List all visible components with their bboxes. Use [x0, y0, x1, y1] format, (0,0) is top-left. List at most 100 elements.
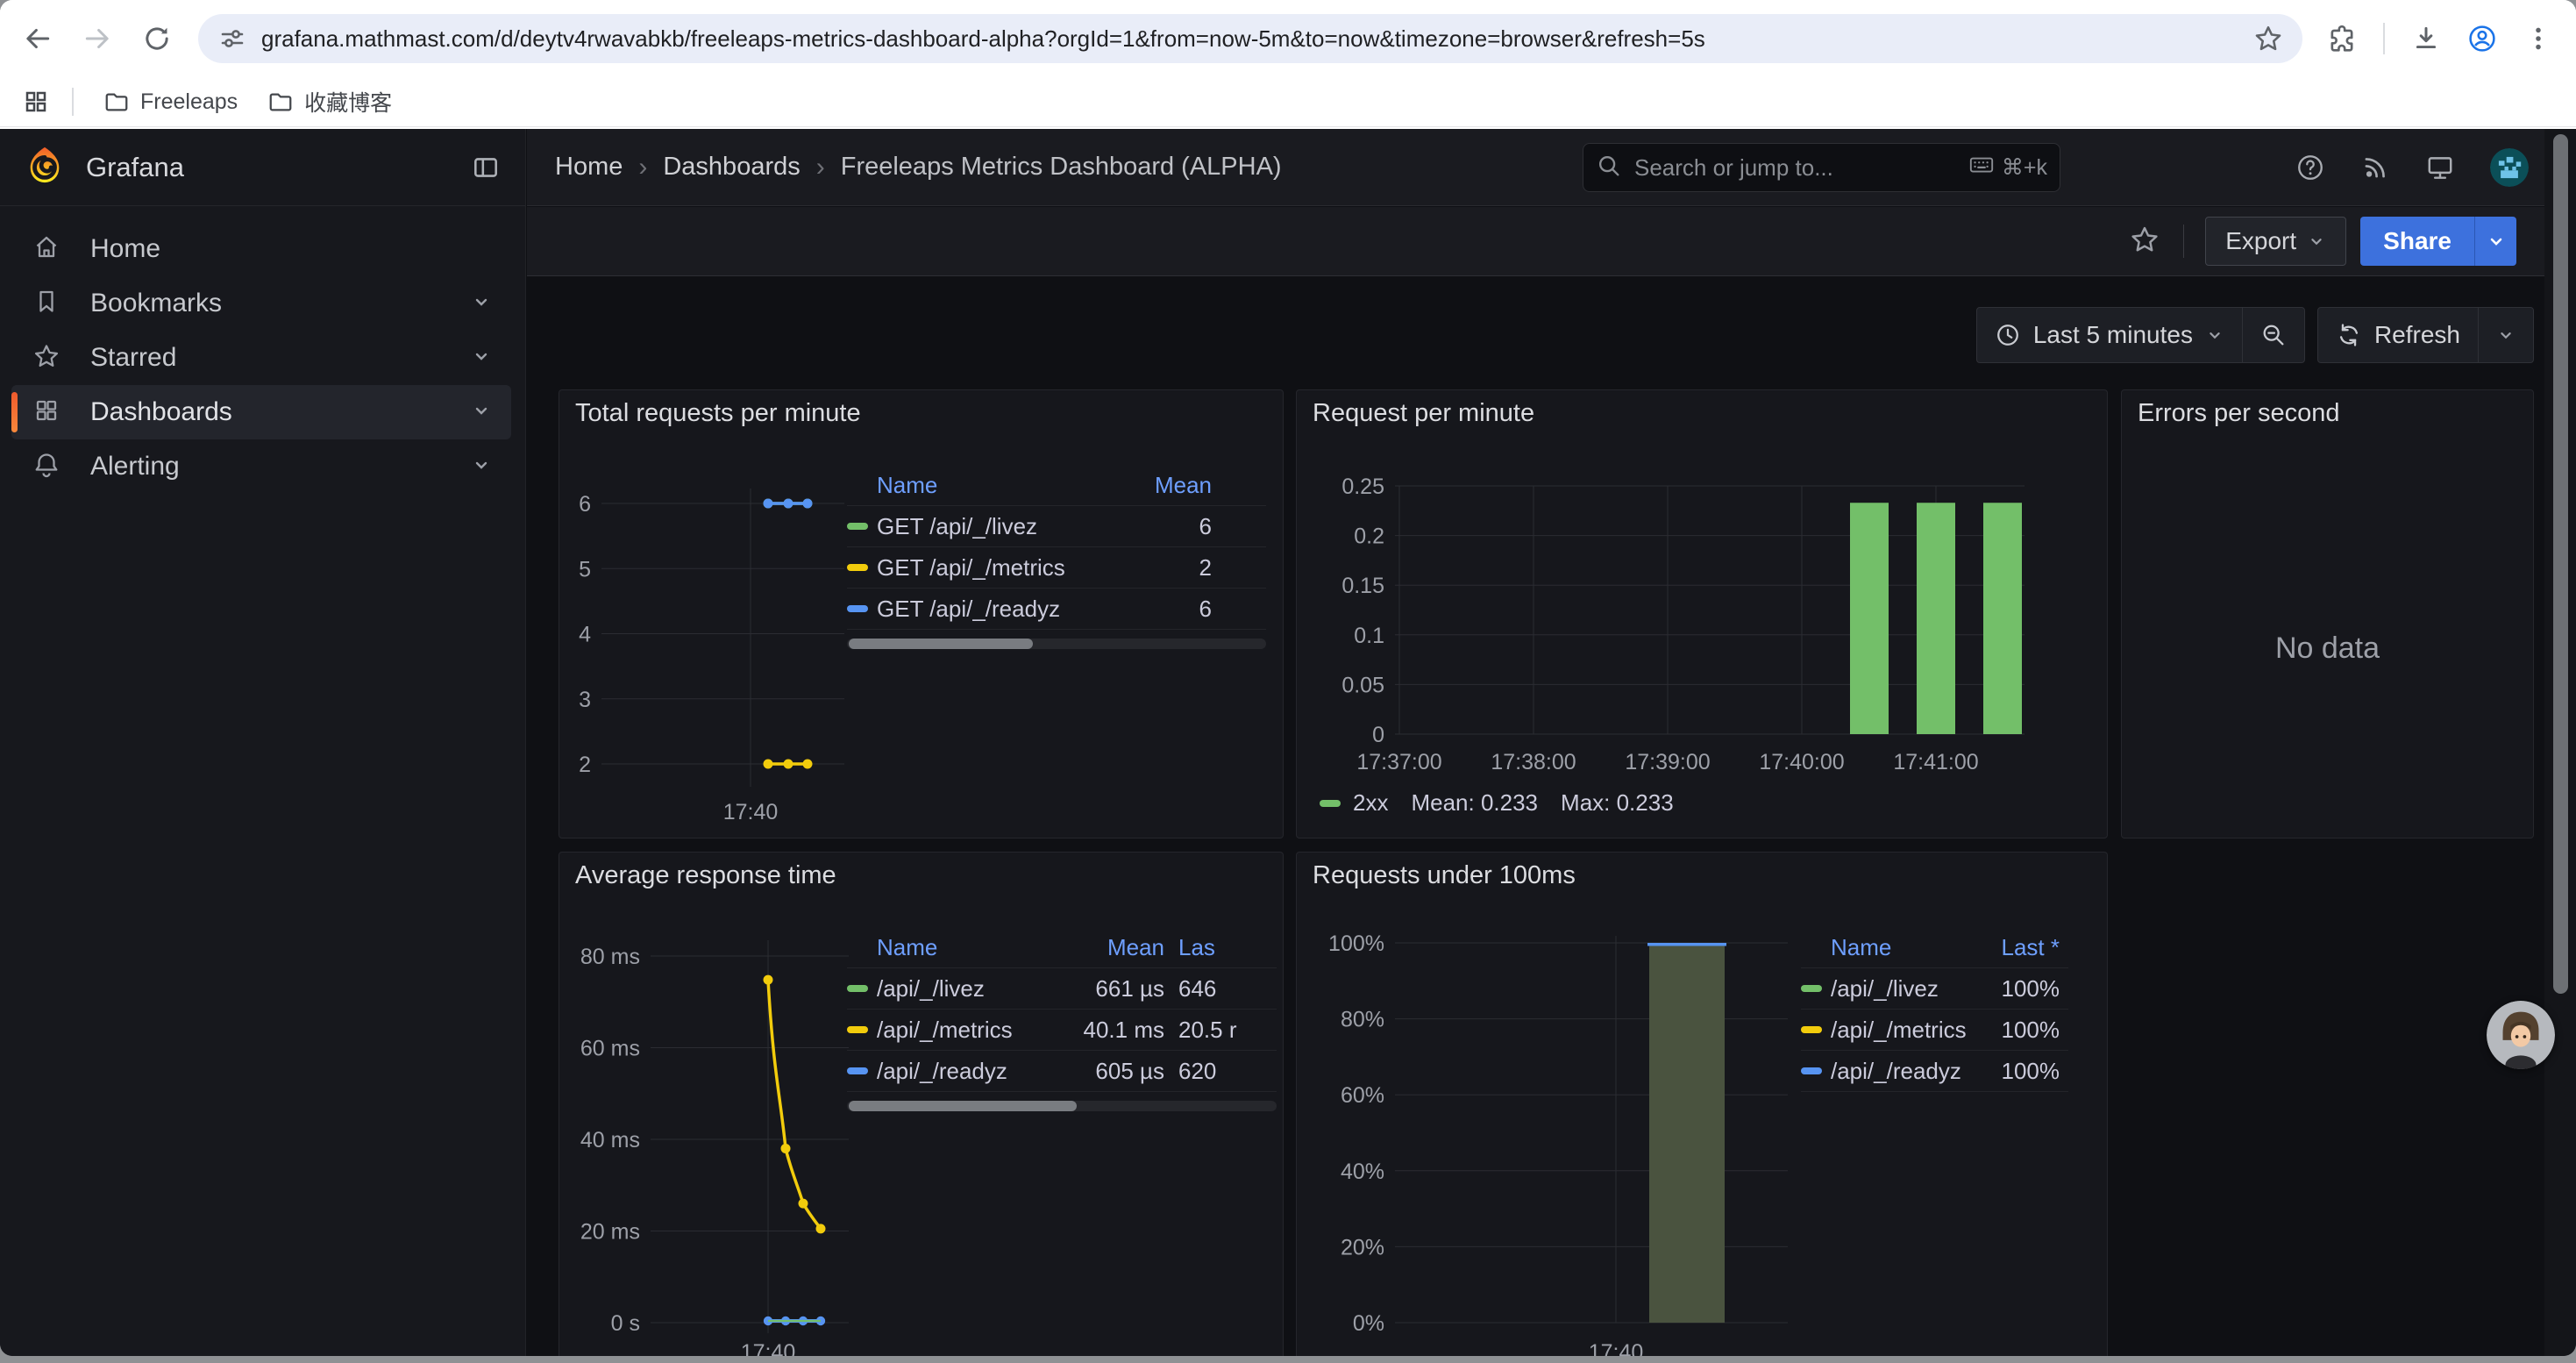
series-name[interactable]: GET /api/_/readyz: [877, 596, 1117, 623]
legend-column-header[interactable]: Last *: [1972, 934, 2060, 961]
search-input[interactable]: [1633, 153, 1968, 182]
legend-row[interactable]: GET /api/_/metrics2: [847, 547, 1266, 589]
legend-column-header[interactable]: Mean: [1063, 934, 1164, 961]
series-name[interactable]: /api/_/metrics: [1831, 1017, 1972, 1044]
legend-row[interactable]: /api/_/livez100%: [1801, 968, 2068, 1010]
legend-row[interactable]: /api/_/readyz605 µs620: [847, 1051, 1277, 1092]
url-text[interactable]: grafana.mathmast.com/d/deytv4rwavabkb/fr…: [261, 25, 2253, 53]
series-color-swatch: [847, 564, 868, 571]
legend-row[interactable]: /api/_/livez661 µs646: [847, 968, 1277, 1010]
svg-text:0.2: 0.2: [1354, 525, 1384, 549]
chevron-down-icon[interactable]: [471, 400, 492, 425]
page-scrollbar-thumb[interactable]: [2553, 134, 2568, 994]
dashboard-actions-bar: Export Share: [527, 207, 2576, 276]
share-menu-caret[interactable]: [2474, 217, 2516, 266]
reload-icon[interactable]: [142, 24, 172, 54]
sidebar-toggle-icon[interactable]: [471, 153, 501, 182]
floating-avatar[interactable]: [2487, 1001, 2555, 1069]
refresh-icon: [2336, 322, 2362, 348]
series-name[interactable]: /api/_/livez: [1831, 975, 1972, 1003]
sidebar-item-dashboards[interactable]: Dashboards: [11, 385, 511, 439]
series-color-swatch: [847, 523, 868, 530]
refresh-button[interactable]: Refresh: [2318, 308, 2478, 362]
legend-column-header[interactable]: Las: [1178, 934, 1277, 961]
zoom-out-button[interactable]: [2242, 308, 2304, 362]
legend-row[interactable]: /api/_/metrics100%: [1801, 1010, 2068, 1051]
help-icon[interactable]: [2295, 153, 2325, 182]
back-icon[interactable]: [23, 24, 53, 54]
share-button[interactable]: Share: [2360, 217, 2516, 266]
display-icon[interactable]: [2425, 153, 2455, 182]
bookmarks-divider: [72, 88, 74, 116]
legend-scrollbar-thumb[interactable]: [849, 639, 1033, 649]
legend-header[interactable]: NameLast *: [1801, 928, 2068, 968]
svg-text:40 ms: 40 ms: [580, 1128, 640, 1152]
chevron-down-icon[interactable]: [471, 291, 492, 317]
legend-column-header[interactable]: Name: [877, 934, 1063, 961]
sidebar-item-bookmarks[interactable]: Bookmarks: [11, 276, 511, 331]
user-avatar[interactable]: [2490, 148, 2529, 187]
legend-row[interactable]: /api/_/readyz100%: [1801, 1051, 2068, 1092]
forward-icon[interactable]: [82, 24, 112, 54]
refresh-interval-caret[interactable]: [2478, 308, 2533, 362]
legend-row[interactable]: /api/_/metrics40.1 ms20.5 r: [847, 1010, 1277, 1051]
breadcrumb-home[interactable]: Home: [555, 153, 623, 182]
breadcrumb-dashboards[interactable]: Dashboards: [663, 153, 800, 182]
search-box[interactable]: ⌘+k: [1583, 143, 2060, 192]
svg-text:20%: 20%: [1341, 1235, 1384, 1260]
panel-request-per-minute[interactable]: Request per minute 0.250.20.150.10.05017…: [1296, 389, 2108, 838]
no-data-message: No data: [2122, 632, 2533, 666]
legend[interactable]: 2xx Mean: 0.233 Max: 0.233: [1320, 789, 1674, 817]
apps-grid-icon[interactable]: [21, 87, 51, 117]
legend-series-name[interactable]: 2xx: [1353, 789, 1388, 817]
sidebar-item-label: Home: [90, 234, 160, 264]
time-range-picker[interactable]: Last 5 minutes: [1977, 308, 2242, 362]
zoom-out-icon: [2260, 322, 2287, 348]
site-settings-icon[interactable]: [217, 24, 247, 54]
page-scrollbar-track[interactable]: [2544, 129, 2576, 1356]
svg-text:0.05: 0.05: [1341, 673, 1384, 697]
panel-title[interactable]: Errors per second: [2138, 399, 2340, 428]
legend-header[interactable]: NameMean Las: [847, 928, 1277, 968]
downloads-icon[interactable]: [2411, 24, 2441, 54]
legend-row[interactable]: GET /api/_/livez6: [847, 506, 1266, 547]
panel-requests-under-100ms[interactable]: Requests under 100ms 100%80%60%40%20%0%1…: [1296, 852, 2108, 1356]
svg-text:20 ms: 20 ms: [580, 1220, 640, 1245]
chevron-down-icon[interactable]: [471, 346, 492, 371]
series-name[interactable]: /api/_/readyz: [1831, 1058, 1972, 1085]
url-bar[interactable]: grafana.mathmast.com/d/deytv4rwavabkb/fr…: [198, 14, 2302, 63]
export-button[interactable]: Export: [2205, 217, 2346, 266]
profile-icon[interactable]: [2467, 24, 2497, 54]
legend-scrollbar[interactable]: [847, 639, 1266, 649]
news-rss-icon[interactable]: [2360, 153, 2390, 182]
legend-header[interactable]: NameMean: [847, 466, 1266, 506]
bookmark-star-icon[interactable]: [2253, 24, 2283, 54]
legend-column-header[interactable]: Name: [1831, 934, 1972, 961]
series-name[interactable]: /api/_/livez: [877, 975, 1063, 1003]
bookmark-folder-blogs[interactable]: 收藏博客: [267, 86, 392, 118]
series-value: 20.5 r: [1178, 1017, 1277, 1044]
chevron-down-icon[interactable]: [471, 454, 492, 480]
legend-column-header[interactable]: Name: [877, 472, 1117, 499]
sidebar-item-alerting[interactable]: Alerting: [11, 439, 511, 494]
series-name[interactable]: GET /api/_/livez: [877, 513, 1117, 540]
svg-text:80%: 80%: [1341, 1008, 1384, 1032]
extensions-icon[interactable]: [2327, 24, 2357, 54]
legend-column-header[interactable]: Mean: [1117, 472, 1212, 499]
svg-text:3: 3: [579, 688, 591, 712]
panel-total-requests-per-minute[interactable]: Total requests per minute 6543217:40 Nam…: [559, 389, 1284, 838]
favorite-star-icon[interactable]: [2129, 224, 2160, 260]
legend-scrollbar[interactable]: [847, 1101, 1277, 1111]
series-name[interactable]: GET /api/_/metrics: [877, 554, 1117, 582]
grafana-logo[interactable]: [25, 145, 65, 189]
panel-errors-per-second[interactable]: Errors per second No data: [2121, 389, 2534, 838]
series-name[interactable]: /api/_/readyz: [877, 1058, 1063, 1085]
sidebar-item-starred[interactable]: Starred: [11, 331, 511, 385]
sidebar-item-home[interactable]: Home: [11, 222, 511, 276]
bookmark-folder-freeleaps[interactable]: Freeleaps: [103, 89, 238, 115]
series-name[interactable]: /api/_/metrics: [877, 1017, 1063, 1044]
legend-row[interactable]: GET /api/_/readyz6: [847, 589, 1266, 630]
panel-average-response-time[interactable]: Average response time 80 ms60 ms40 ms20 …: [559, 852, 1284, 1356]
legend-scrollbar-thumb[interactable]: [849, 1101, 1077, 1111]
menu-icon[interactable]: [2523, 24, 2553, 54]
